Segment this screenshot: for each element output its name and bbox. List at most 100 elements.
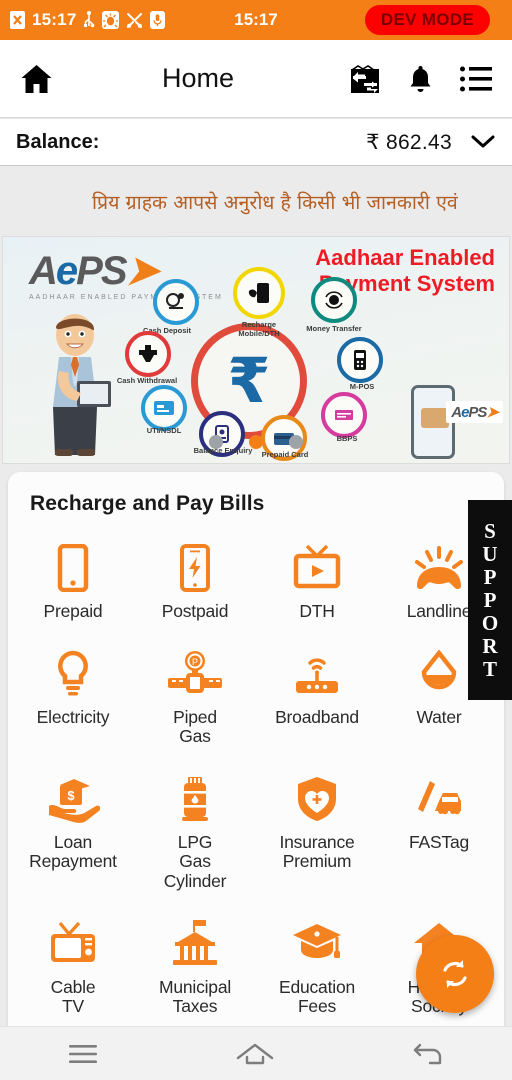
balance-bar[interactable]: Balance: ₹ 862.43 (0, 118, 512, 166)
bbps-icon (335, 410, 353, 420)
television-play-icon (291, 540, 343, 592)
light-bulb-icon (53, 646, 93, 698)
service-label: DTH (299, 601, 335, 621)
bubble-bbps (321, 392, 367, 438)
service-label: Municipal Taxes (158, 976, 232, 1017)
svg-text:$: $ (67, 788, 75, 803)
support-letter: P (483, 587, 497, 612)
mobile-recharge-icon (248, 283, 269, 303)
carousel-dot-1[interactable] (209, 435, 223, 449)
smartphone-bolt-icon (175, 540, 215, 592)
service-label: Piped Gas (173, 706, 217, 747)
service-tile-insurance-premium[interactable]: Insurance Premium (256, 761, 378, 906)
service-label: Loan Repayment (29, 831, 117, 872)
bubble-cash-withdrawal (125, 331, 171, 377)
service-label: Landline (406, 601, 472, 621)
mpos-icon (354, 350, 366, 370)
service-tile-dth[interactable]: DTH (256, 530, 378, 636)
support-tab[interactable]: S U P P O R T (468, 500, 512, 700)
service-label: LPG Gas Cylinder (163, 831, 227, 891)
bubble-mpos (337, 337, 383, 383)
service-label: Insurance Premium (279, 831, 355, 872)
app-bar-actions (349, 63, 492, 95)
svg-text:P: P (192, 657, 198, 667)
loan-money-hand-icon: $ (46, 771, 100, 823)
balance-label: Balance: (16, 130, 100, 153)
microphone-icon (150, 11, 166, 29)
bubble-pan-card (141, 385, 187, 431)
pan-card-icon (154, 401, 174, 415)
service-tile-prepaid[interactable]: Prepaid (12, 530, 134, 636)
announcement-text: प्रिय ग्राहक आपसे अनुरोध है किसी भी जानक… (92, 190, 458, 214)
service-label: Cable TV (50, 976, 96, 1017)
service-label: Postpaid (161, 601, 229, 621)
app-screen: 15:17 15:17 DEV MODE Home Balance: ₹ 862… (0, 0, 512, 1080)
money-transfer-icon[interactable] (349, 63, 381, 95)
service-label: Broadband (275, 706, 359, 727)
support-letter: P (483, 564, 497, 589)
bubble-label-mobile-recharge: Recharge Mobile/DTH (238, 320, 280, 338)
android-navigation-bar (0, 1026, 512, 1080)
shield-heart-icon (294, 771, 340, 823)
rupee-emblem-icon: ₹ (227, 344, 271, 417)
service-tile-broadband[interactable]: Broadband (256, 636, 378, 761)
back-button[interactable] (413, 1042, 443, 1066)
bubble-label-money-transfer: Money Transfer (306, 324, 362, 333)
menu-list-icon[interactable] (460, 66, 492, 92)
carousel-dots (3, 435, 509, 449)
bubble-cash-deposit (153, 279, 199, 325)
status-time-left: 15:17 (32, 10, 77, 29)
gas-cylinder-icon (175, 771, 215, 823)
chevron-down-icon[interactable] (470, 134, 496, 150)
service-tile-cable-tv[interactable]: Cable TV (12, 906, 134, 1031)
support-letter: U (482, 541, 498, 566)
refresh-sync-icon (443, 960, 467, 988)
sim-card-icon (10, 11, 25, 29)
aeps-logo-small: AePS➤ (446, 401, 503, 423)
balance-amount: ₹ 862.43 (366, 130, 452, 154)
fastag-car-barrier-icon (412, 771, 466, 823)
service-tile-piped-gas[interactable]: P Piped Gas (134, 636, 256, 761)
service-tile-loan-repayment[interactable]: $ Loan Repayment (12, 761, 134, 906)
bubble-mobile-recharge (233, 267, 285, 319)
service-tile-lpg-cylinder[interactable]: LPG Gas Cylinder (134, 761, 256, 906)
carousel-dot-3[interactable] (289, 435, 303, 449)
service-label: Prepaid (43, 601, 103, 621)
wifi-router-icon (290, 646, 344, 698)
recents-button[interactable] (69, 1044, 98, 1064)
cash-withdrawal-icon (139, 345, 157, 362)
government-building-icon (169, 916, 221, 968)
water-drop-icon (418, 646, 460, 698)
bubble-label-cash-withdrawal: Cash Withdrawal (116, 376, 178, 385)
notification-bell-icon[interactable] (407, 64, 434, 94)
retro-tv-icon (47, 916, 99, 968)
gas-pipeline-icon: P (166, 646, 224, 698)
home-button[interactable] (236, 1042, 274, 1066)
refresh-fab-button[interactable] (416, 935, 494, 1013)
service-label: FASTag (408, 831, 470, 852)
status-bar: 15:17 15:17 DEV MODE (0, 0, 512, 40)
service-label: Water (416, 706, 462, 727)
bubble-label-mpos: M-POS (349, 382, 375, 391)
bug-report-icon (102, 11, 120, 29)
cash-deposit-icon (166, 293, 184, 309)
service-tile-fastag[interactable]: FASTag (378, 761, 500, 906)
service-tile-municipal-taxes[interactable]: Municipal Taxes (134, 906, 256, 1031)
banner-headline-line1: Aadhaar Enabled (315, 245, 495, 270)
page-title: Home (161, 63, 235, 93)
service-tile-electricity[interactable]: Electricity (12, 636, 134, 761)
support-letter: R (482, 634, 498, 659)
support-letter: S (484, 518, 496, 543)
service-tile-education-fees[interactable]: Education Fees (256, 906, 378, 1031)
smartphone-icon (53, 540, 93, 592)
promo-banner[interactable]: AePS➤ AADHAAR ENABLED PAYMENT SYSTEM Aad… (2, 236, 510, 464)
dev-mode-badge: DEV MODE (364, 5, 490, 35)
app-bar: Home (0, 40, 512, 118)
status-bar-left: 15:17 (10, 10, 166, 30)
landline-phone-icon (412, 540, 466, 592)
usb-icon (83, 11, 95, 29)
aeps-logo-text: AePS➤ (29, 249, 159, 293)
carousel-dot-2-active[interactable] (249, 435, 263, 449)
service-tile-postpaid[interactable]: Postpaid (134, 530, 256, 636)
section-title: Recharge and Pay Bills (30, 492, 265, 515)
